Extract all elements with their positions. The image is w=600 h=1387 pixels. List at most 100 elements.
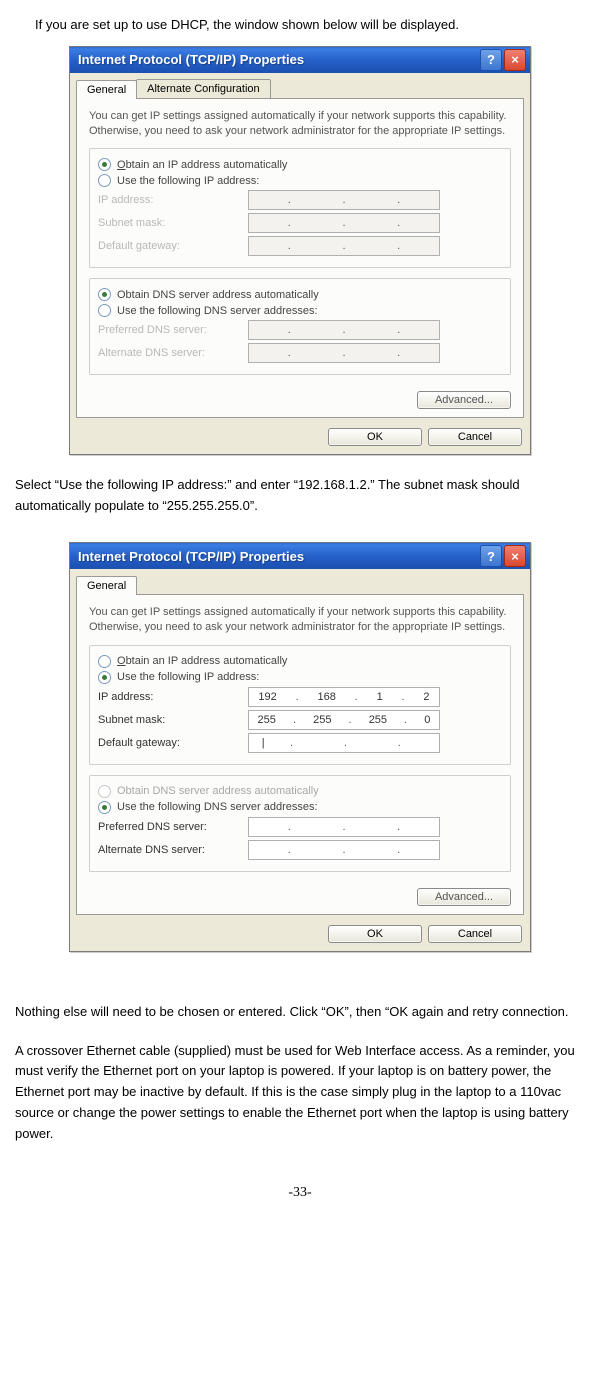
para-select: Select “Use the following IP address:” a… bbox=[15, 475, 585, 517]
row-pref-dns: Preferred DNS server: ... bbox=[98, 320, 502, 340]
help-button[interactable]: ? bbox=[480, 545, 502, 567]
row-gateway: Default gateway: ... bbox=[98, 236, 502, 256]
ip-octet: 1 bbox=[377, 691, 383, 703]
tab-strip: General Alternate Configuration bbox=[70, 73, 530, 98]
input-ip[interactable]: ... bbox=[248, 190, 440, 210]
titlebar: Internet Protocol (TCP/IP) Properties ? … bbox=[70, 543, 530, 569]
advanced-button[interactable]: Advanced... bbox=[417, 391, 511, 409]
para-crossover: A crossover Ethernet cable (supplied) mu… bbox=[15, 1041, 585, 1145]
radio-use-ip[interactable]: Use the following IP address: bbox=[98, 671, 502, 684]
radio-icon bbox=[98, 801, 111, 814]
radio-use-ip[interactable]: Use the following IP address: bbox=[98, 174, 502, 187]
label-mask: Subnet mask: bbox=[98, 714, 248, 726]
row-ip: IP address: ... bbox=[98, 190, 502, 210]
input-gateway[interactable]: |. .. bbox=[248, 733, 440, 753]
input-pref-dns[interactable]: ... bbox=[248, 817, 440, 837]
para-intro: If you are set up to use DHCP, the windo… bbox=[35, 15, 585, 36]
row-alt-dns: Alternate DNS server: ... bbox=[98, 343, 502, 363]
para-nothing-else: Nothing else will need to be chosen or e… bbox=[15, 1002, 585, 1023]
radio-icon bbox=[98, 158, 111, 171]
radio-use-ip-label: Use the following IP address: bbox=[117, 671, 259, 683]
panel-desc: You can get IP settings assigned automat… bbox=[89, 109, 511, 139]
advanced-row: Advanced... bbox=[89, 385, 511, 409]
radio-icon bbox=[98, 785, 111, 798]
ok-button[interactable]: OK bbox=[328, 925, 422, 943]
radio-icon bbox=[98, 655, 111, 668]
radio-auto-dns: Obtain DNS server address automatically bbox=[98, 785, 502, 798]
radio-auto-ip-label: Obtain an IP address automatically bbox=[117, 655, 287, 667]
advanced-row: Advanced... bbox=[89, 882, 511, 906]
radio-auto-dns[interactable]: Obtain DNS server address automatically bbox=[98, 288, 502, 301]
input-alt-dns[interactable]: ... bbox=[248, 840, 440, 860]
radio-use-dns-label: Use the following DNS server addresses: bbox=[117, 305, 318, 317]
tcpip-dialog-manual: Internet Protocol (TCP/IP) Properties ? … bbox=[69, 542, 531, 952]
panel: You can get IP settings assigned automat… bbox=[76, 98, 524, 419]
cancel-button[interactable]: Cancel bbox=[428, 925, 522, 943]
label-alt-dns: Alternate DNS server: bbox=[98, 844, 248, 856]
row-mask: Subnet mask: ... bbox=[98, 213, 502, 233]
radio-use-dns-label: Use the following DNS server addresses: bbox=[117, 801, 318, 813]
cancel-button[interactable]: Cancel bbox=[428, 428, 522, 446]
radio-use-dns[interactable]: Use the following DNS server addresses: bbox=[98, 801, 502, 814]
window-title: Internet Protocol (TCP/IP) Properties bbox=[78, 52, 478, 67]
close-button[interactable]: × bbox=[504, 49, 526, 71]
bottom-buttons: OK Cancel bbox=[70, 921, 530, 951]
radio-auto-ip[interactable]: Obtain an IP address automatically bbox=[98, 158, 502, 171]
row-gateway: Default gateway: |. .. bbox=[98, 733, 502, 753]
help-button[interactable]: ? bbox=[480, 49, 502, 71]
input-ip[interactable]: 192. 168. 1. 2 bbox=[248, 687, 440, 707]
ok-button[interactable]: OK bbox=[328, 428, 422, 446]
radio-use-dns[interactable]: Use the following DNS server addresses: bbox=[98, 304, 502, 317]
input-mask[interactable]: 255. 255. 255. 0 bbox=[248, 710, 440, 730]
tab-alternate[interactable]: Alternate Configuration bbox=[136, 79, 271, 98]
titlebar: Internet Protocol (TCP/IP) Properties ? … bbox=[70, 47, 530, 73]
input-pref-dns[interactable]: ... bbox=[248, 320, 440, 340]
input-gateway[interactable]: ... bbox=[248, 236, 440, 256]
ip-octet: 168 bbox=[317, 691, 335, 703]
dns-group: Obtain DNS server address automatically … bbox=[89, 775, 511, 872]
row-pref-dns: Preferred DNS server: ... bbox=[98, 817, 502, 837]
tab-strip: General bbox=[70, 569, 530, 594]
label-ip: IP address: bbox=[98, 691, 248, 703]
label-mask: Subnet mask: bbox=[98, 217, 248, 229]
ip-octet: 0 bbox=[424, 714, 430, 726]
ip-octet: 255 bbox=[313, 714, 331, 726]
ip-group: Obtain an IP address automatically Use t… bbox=[89, 148, 511, 268]
radio-auto-dns-label: Obtain DNS server address automatically bbox=[117, 289, 319, 301]
row-mask: Subnet mask: 255. 255. 255. 0 bbox=[98, 710, 502, 730]
label-pref-dns: Preferred DNS server: bbox=[98, 821, 248, 833]
radio-auto-ip-label: Obtain an IP address automatically bbox=[117, 159, 287, 171]
row-alt-dns: Alternate DNS server: ... bbox=[98, 840, 502, 860]
advanced-button[interactable]: Advanced... bbox=[417, 888, 511, 906]
label-alt-dns: Alternate DNS server: bbox=[98, 347, 248, 359]
input-mask[interactable]: ... bbox=[248, 213, 440, 233]
ip-octet: 2 bbox=[423, 691, 429, 703]
ip-cursor: | bbox=[262, 737, 265, 749]
tcpip-dialog-auto: Internet Protocol (TCP/IP) Properties ? … bbox=[69, 46, 531, 456]
radio-use-ip-label: Use the following IP address: bbox=[117, 175, 259, 187]
close-button[interactable]: × bbox=[504, 545, 526, 567]
tab-general[interactable]: General bbox=[76, 576, 137, 595]
window-title: Internet Protocol (TCP/IP) Properties bbox=[78, 549, 478, 564]
tab-general[interactable]: General bbox=[76, 80, 137, 99]
ip-octet: 255 bbox=[258, 714, 276, 726]
radio-auto-ip[interactable]: Obtain an IP address automatically bbox=[98, 655, 502, 668]
ip-octet: 192 bbox=[258, 691, 276, 703]
label-ip: IP address: bbox=[98, 194, 248, 206]
input-alt-dns[interactable]: ... bbox=[248, 343, 440, 363]
radio-icon bbox=[98, 174, 111, 187]
ip-group: Obtain an IP address automatically Use t… bbox=[89, 645, 511, 765]
page-number: -33- bbox=[15, 1185, 585, 1201]
ip-octet: 255 bbox=[369, 714, 387, 726]
panel-desc: You can get IP settings assigned automat… bbox=[89, 605, 511, 635]
radio-auto-dns-label: Obtain DNS server address automatically bbox=[117, 785, 319, 797]
dns-group: Obtain DNS server address automatically … bbox=[89, 278, 511, 375]
radio-icon bbox=[98, 288, 111, 301]
row-ip: IP address: 192. 168. 1. 2 bbox=[98, 687, 502, 707]
radio-icon bbox=[98, 671, 111, 684]
label-pref-dns: Preferred DNS server: bbox=[98, 324, 248, 336]
label-gateway: Default gateway: bbox=[98, 240, 248, 252]
label-gateway: Default gateway: bbox=[98, 737, 248, 749]
panel: You can get IP settings assigned automat… bbox=[76, 594, 524, 915]
radio-icon bbox=[98, 304, 111, 317]
